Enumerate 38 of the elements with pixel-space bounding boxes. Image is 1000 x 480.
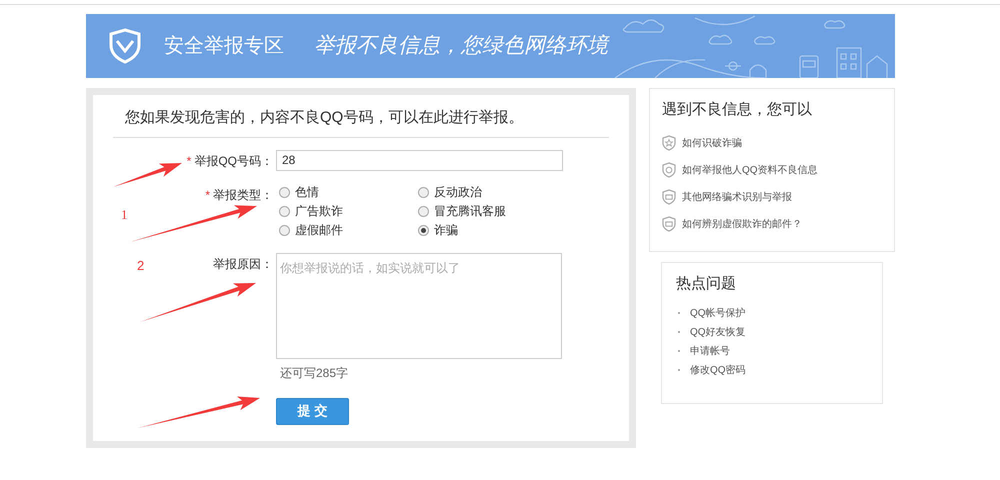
field-label: 举报类型： [213,186,273,204]
tip-link[interactable]: 如何辨别虚假欺诈的邮件？ [682,216,802,232]
radio-label: 虚假邮件 [295,222,343,239]
radio-label: 冒充腾讯客服 [434,203,506,220]
character-counter: 还可写285字 [280,364,350,382]
field-label: 举报QQ号码： [194,152,273,170]
tip-link[interactable]: 如何举报他人QQ资料不良信息 [682,162,818,178]
radio-button[interactable] [418,206,429,216]
radio-label: 诈骗 [434,222,458,239]
field-label: 举报原因： [213,256,273,272]
required-asterisk: * [205,186,210,204]
hot-topic-link[interactable]: 修改QQ密码 [690,362,746,378]
panel-title: 热点问题 [676,274,737,294]
annotation-number: 2 [137,257,144,275]
required-asterisk: * [186,152,192,170]
radio-button[interactable] [418,186,429,198]
hot-topic-link[interactable]: QQ好友恢复 [690,324,746,340]
radio-button[interactable] [279,206,290,216]
shield-logo-icon [108,28,142,64]
hot-topic-link[interactable]: QQ帐号保护 [690,306,746,320]
hot-topic-link[interactable]: 申请帐号 [690,344,730,358]
radio-button[interactable] [279,186,290,198]
shield-screen-icon [662,216,676,232]
shield-screen-icon [662,189,676,205]
site-title: 安全举报专区 [164,34,284,59]
qq-number-field[interactable]: 28 [276,150,563,170]
slogan: 举报不良信息，您绿色网络环境 [314,32,608,60]
radio-button[interactable] [418,224,429,236]
form-heading: 您如果发现危害的，内容不良QQ号码，可以在此进行举报。 [113,95,609,138]
radio-label: 反动政治 [434,184,482,201]
radio-label: 色情 [295,184,319,201]
tip-link[interactable]: 其他网络骗术识别与举报 [682,190,792,204]
panel-title: 遇到不良信息，您可以 [662,100,813,120]
radio-label: 广告欺诈 [295,203,343,220]
shield-star-icon [662,135,676,151]
tip-link[interactable]: 如何识破诈骗 [682,136,742,150]
annotation-number: 1 [121,206,128,224]
radio-button[interactable] [279,224,290,236]
